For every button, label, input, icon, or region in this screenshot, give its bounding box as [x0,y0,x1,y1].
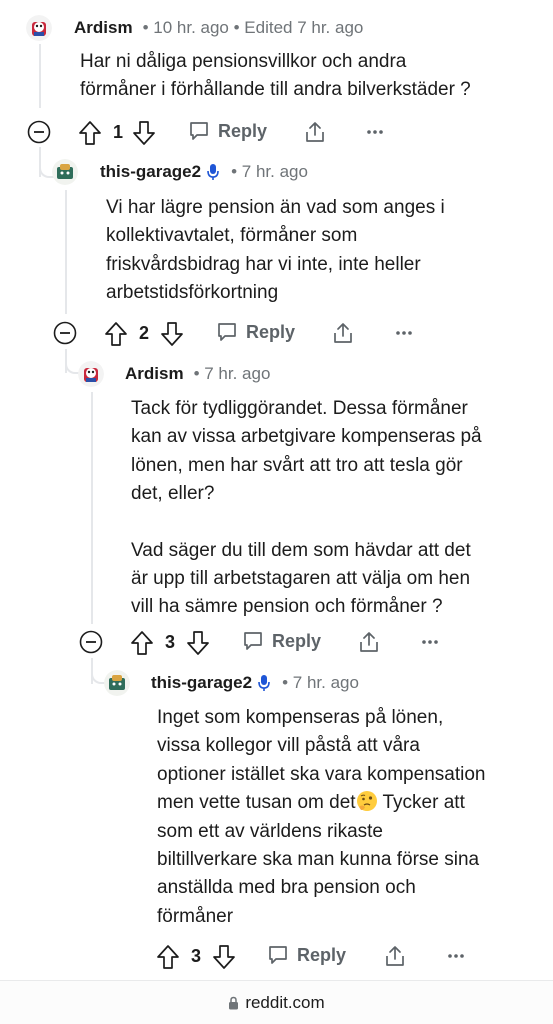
url-text: reddit.com [245,992,325,1012]
share-icon [386,946,404,966]
share-icon [306,122,324,142]
collapse-button[interactable] [79,630,103,654]
thinking-face-emoji [356,791,377,812]
downvote-button[interactable] [132,120,156,146]
avatar[interactable] [104,670,130,696]
reply-button[interactable]: Reply [188,120,267,142]
comment-body: Vi har lägre pension än vad som anges i … [106,197,445,304]
comment-header: this-garage2 • 7 hr. ago [104,669,359,697]
reply-icon [244,632,262,650]
comment-meta: • 7 hr. ago [282,673,359,692]
upvote-icon [157,945,179,969]
username[interactable]: this-garage2 [100,162,201,182]
vote-count: 1 [113,122,124,142]
upvote-icon [131,631,153,655]
reply-icon [218,323,236,341]
share-icon [360,632,378,652]
comment-header: this-garage2 • 7 hr. ago [52,158,308,186]
reply-button[interactable]: Reply [267,944,346,966]
upvote-button[interactable] [104,321,128,347]
more-icon [367,130,383,134]
collapse-icon [53,321,77,345]
downvote-button[interactable] [160,321,184,347]
downvote-button[interactable] [212,944,236,970]
share-button[interactable] [331,321,355,345]
collapse-icon [27,120,51,144]
thread-line [91,392,93,624]
comment-actions: 3 Reply [0,628,553,658]
more-icon [396,331,412,335]
reply-icon [269,946,287,964]
thread-line [39,44,41,108]
comment-meta: • 10 hr. ago • Edited 7 hr. ago [142,18,364,37]
comment-actions: 3 Reply [0,942,553,972]
comment-body: Har ni dåliga pensionsvillkor och andra … [80,51,471,101]
lock-icon [229,996,239,1009]
thread-line [65,190,67,314]
collapse-icon [79,630,103,654]
comment-meta: • 7 hr. ago [193,364,271,383]
upvote-icon [105,322,127,346]
avatar[interactable] [78,361,104,387]
comment-meta: • 7 hr. ago [231,162,308,181]
vote-count: 2 [139,323,150,343]
upvote-icon [79,121,101,145]
share-button[interactable] [303,120,327,144]
more-icon [422,640,438,644]
share-button[interactable] [383,944,407,968]
reply-icon [190,122,208,140]
microphone-icon [258,675,270,691]
upvote-button[interactable] [156,944,180,970]
comment-body: Inget som kompenseras på lönen, vissa ko… [157,707,486,927]
reply-button[interactable]: Reply [216,321,295,343]
username[interactable]: this-garage2 [151,673,252,693]
collapse-button[interactable] [53,321,77,345]
username[interactable]: Ardism [125,364,184,384]
upvote-button[interactable] [78,120,102,146]
downvote-button[interactable] [186,630,210,656]
reply-button[interactable]: Reply [242,630,321,652]
collapse-button[interactable] [27,120,51,144]
downvote-icon [187,631,209,655]
vote-count: 3 [165,632,176,652]
share-button[interactable] [357,630,381,654]
downvote-icon [133,121,155,145]
avatar[interactable] [52,159,78,185]
downvote-icon [213,945,235,969]
comment-actions: 1 Reply [0,118,553,148]
more-button[interactable] [447,948,465,964]
browser-url-bar[interactable]: reddit.com [0,980,553,1024]
avatar[interactable] [26,15,52,41]
share-icon [334,323,352,343]
microphone-icon [207,164,219,180]
comment-header: Ardism • 7 hr. ago [78,360,270,388]
username[interactable]: Ardism [74,18,133,38]
comment-actions: 2 Reply [0,319,553,349]
vote-count: 3 [191,946,202,966]
comment-body: Tack för tydliggörandet. Dessa förmåner … [131,398,482,618]
more-button[interactable] [421,634,439,650]
more-button[interactable] [395,325,413,341]
comment-header: Ardism • 10 hr. ago • Edited 7 hr. ago [26,14,363,42]
upvote-button[interactable] [130,630,154,656]
downvote-icon [161,322,183,346]
more-button[interactable] [366,124,384,140]
more-icon [448,954,464,958]
